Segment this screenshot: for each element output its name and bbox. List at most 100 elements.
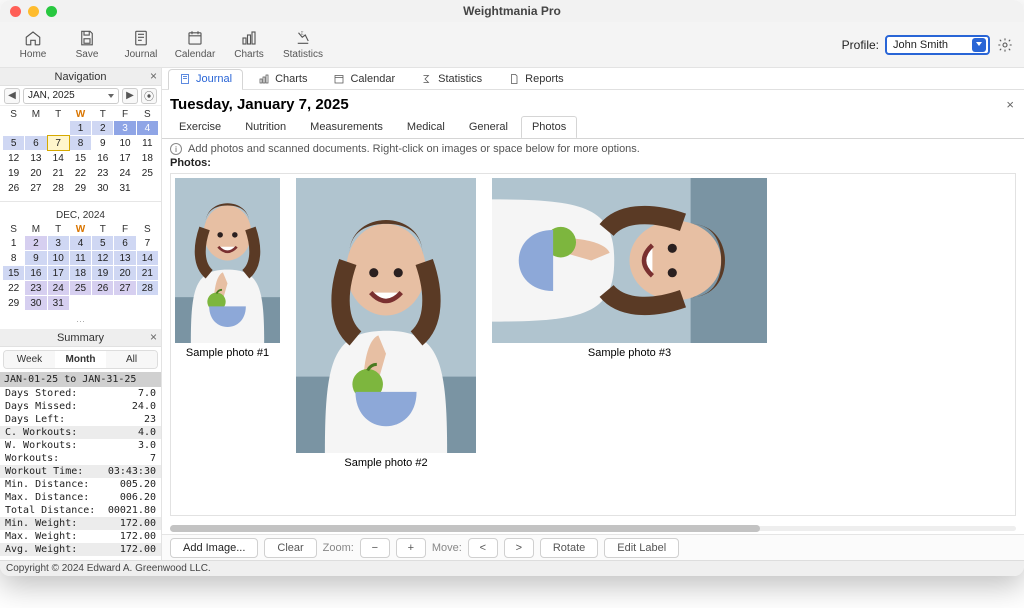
jan-day-12[interactable]: 12 bbox=[3, 151, 24, 165]
calendar-december[interactable]: DEC, 2024 SMTWTFS 1234567891011121314151… bbox=[0, 204, 161, 314]
dec-day-5[interactable]: 5 bbox=[92, 236, 113, 250]
jan-day-25[interactable]: 25 bbox=[137, 166, 158, 180]
jan-day-18[interactable]: 18 bbox=[137, 151, 158, 165]
tab-journal[interactable]: Journal bbox=[168, 69, 243, 89]
tab-calendar[interactable]: Calendar bbox=[322, 69, 406, 89]
dec-day-9[interactable]: 9 bbox=[25, 251, 46, 265]
charts-button[interactable]: Charts bbox=[226, 24, 272, 66]
subtab-nutrition[interactable]: Nutrition bbox=[234, 116, 297, 139]
photo-3[interactable] bbox=[492, 178, 767, 343]
calendar-button[interactable]: Calendar bbox=[172, 24, 218, 66]
jan-day-15[interactable]: 15 bbox=[70, 151, 91, 165]
jan-day-17[interactable]: 17 bbox=[114, 151, 135, 165]
dec-day-12[interactable]: 12 bbox=[92, 251, 113, 265]
dec-day-19[interactable]: 19 bbox=[92, 266, 113, 280]
jan-day-24[interactable]: 24 bbox=[114, 166, 135, 180]
jan-day-3[interactable]: 3 bbox=[114, 121, 135, 135]
save-button[interactable]: Save bbox=[64, 24, 110, 66]
photo-2[interactable] bbox=[296, 178, 476, 453]
dec-day-23[interactable]: 23 bbox=[25, 281, 46, 295]
settings-gear-button[interactable] bbox=[996, 36, 1014, 54]
navigation-panel-close[interactable]: × bbox=[150, 69, 157, 83]
jan-day-30[interactable]: 30 bbox=[92, 181, 113, 195]
subtab-general[interactable]: General bbox=[458, 116, 519, 139]
dec-day-25[interactable]: 25 bbox=[70, 281, 91, 295]
dec-day-4[interactable]: 4 bbox=[70, 236, 91, 250]
dec-day-2[interactable]: 2 bbox=[25, 236, 46, 250]
photo-item-1[interactable]: Sample photo #1 bbox=[175, 178, 280, 359]
dec-day-11[interactable]: 11 bbox=[70, 251, 91, 265]
summary-tab-all[interactable]: All bbox=[106, 351, 157, 368]
home-button[interactable]: Home bbox=[10, 24, 56, 66]
dec-day-14[interactable]: 14 bbox=[137, 251, 158, 265]
dec-day-21[interactable]: 21 bbox=[137, 266, 158, 280]
photo-item-2[interactable]: Sample photo #2 bbox=[296, 178, 476, 469]
month-prev-button[interactable]: ◀ bbox=[4, 88, 20, 104]
photo-item-3[interactable]: Sample photo #3 bbox=[492, 178, 767, 359]
subtab-exercise[interactable]: Exercise bbox=[168, 116, 232, 139]
dec-day-17[interactable]: 17 bbox=[48, 266, 69, 280]
jan-day-23[interactable]: 23 bbox=[92, 166, 113, 180]
jan-day-27[interactable]: 27 bbox=[25, 181, 46, 195]
jan-day-14[interactable]: 14 bbox=[48, 151, 69, 165]
tab-statistics[interactable]: Statistics bbox=[410, 69, 493, 89]
jan-day-20[interactable]: 20 bbox=[25, 166, 46, 180]
profile-select[interactable]: John Smith bbox=[885, 35, 990, 55]
jan-day-8[interactable]: 8 bbox=[70, 136, 91, 150]
journal-button[interactable]: Journal bbox=[118, 24, 164, 66]
tab-reports[interactable]: Reports bbox=[497, 69, 575, 89]
dec-day-7[interactable]: 7 bbox=[137, 236, 158, 250]
dec-day-24[interactable]: 24 bbox=[48, 281, 69, 295]
subtab-medical[interactable]: Medical bbox=[396, 116, 456, 139]
tab-charts[interactable]: Charts bbox=[247, 69, 318, 89]
zoom-out-button[interactable]: − bbox=[360, 538, 390, 558]
jan-day-10[interactable]: 10 bbox=[114, 136, 135, 150]
jan-day-21[interactable]: 21 bbox=[48, 166, 69, 180]
dec-day-26[interactable]: 26 bbox=[92, 281, 113, 295]
dec-day-30[interactable]: 30 bbox=[25, 296, 46, 310]
jan-day-28[interactable]: 28 bbox=[48, 181, 69, 195]
dec-day-28[interactable]: 28 bbox=[137, 281, 158, 295]
jan-day-6[interactable]: 6 bbox=[25, 136, 46, 150]
dec-day-3[interactable]: 3 bbox=[48, 236, 69, 250]
summary-tab-month[interactable]: Month bbox=[55, 351, 106, 368]
rotate-button[interactable]: Rotate bbox=[540, 538, 598, 558]
jan-day-31[interactable]: 31 bbox=[114, 181, 135, 195]
subtab-measurements[interactable]: Measurements bbox=[299, 116, 394, 139]
dec-day-6[interactable]: 6 bbox=[114, 236, 135, 250]
dec-day-1[interactable]: 1 bbox=[3, 236, 24, 250]
jan-day-22[interactable]: 22 bbox=[70, 166, 91, 180]
jan-day-4[interactable]: 4 bbox=[137, 121, 158, 135]
month-select[interactable]: JAN, 2025 bbox=[23, 88, 119, 104]
jan-day-11[interactable]: 11 bbox=[137, 136, 158, 150]
dec-day-31[interactable]: 31 bbox=[48, 296, 69, 310]
jan-day-16[interactable]: 16 bbox=[92, 151, 113, 165]
photo-1[interactable] bbox=[175, 178, 280, 343]
dec-day-15[interactable]: 15 bbox=[3, 266, 24, 280]
clear-button[interactable]: Clear bbox=[264, 538, 316, 558]
dec-day-29[interactable]: 29 bbox=[3, 296, 24, 310]
dec-day-22[interactable]: 22 bbox=[3, 281, 24, 295]
dec-day-18[interactable]: 18 bbox=[70, 266, 91, 280]
jan-day-9[interactable]: 9 bbox=[92, 136, 113, 150]
dec-day-8[interactable]: 8 bbox=[3, 251, 24, 265]
statistics-button[interactable]: Σ Statistics bbox=[280, 24, 326, 66]
calendar-january[interactable]: SMTWTFS 12345678910111213141516171819202… bbox=[0, 106, 161, 199]
page-close-button[interactable]: × bbox=[1006, 97, 1014, 112]
move-left-button[interactable]: < bbox=[468, 538, 498, 558]
subtab-photos[interactable]: Photos bbox=[521, 116, 577, 139]
edit-label-button[interactable]: Edit Label bbox=[604, 538, 679, 558]
jan-day-1[interactable]: 1 bbox=[70, 121, 91, 135]
month-today-button[interactable]: ⦿ bbox=[141, 88, 157, 104]
move-right-button[interactable]: > bbox=[504, 538, 534, 558]
dec-day-13[interactable]: 13 bbox=[114, 251, 135, 265]
summary-tab-week[interactable]: Week bbox=[4, 351, 55, 368]
jan-day-5[interactable]: 5 bbox=[3, 136, 24, 150]
summary-panel-close[interactable]: × bbox=[150, 330, 157, 344]
jan-day-19[interactable]: 19 bbox=[3, 166, 24, 180]
dec-day-10[interactable]: 10 bbox=[48, 251, 69, 265]
jan-day-26[interactable]: 26 bbox=[3, 181, 24, 195]
jan-day-13[interactable]: 13 bbox=[25, 151, 46, 165]
month-next-button[interactable]: ▶ bbox=[122, 88, 138, 104]
photo-area[interactable]: Sample photo #1 bbox=[170, 173, 1016, 516]
